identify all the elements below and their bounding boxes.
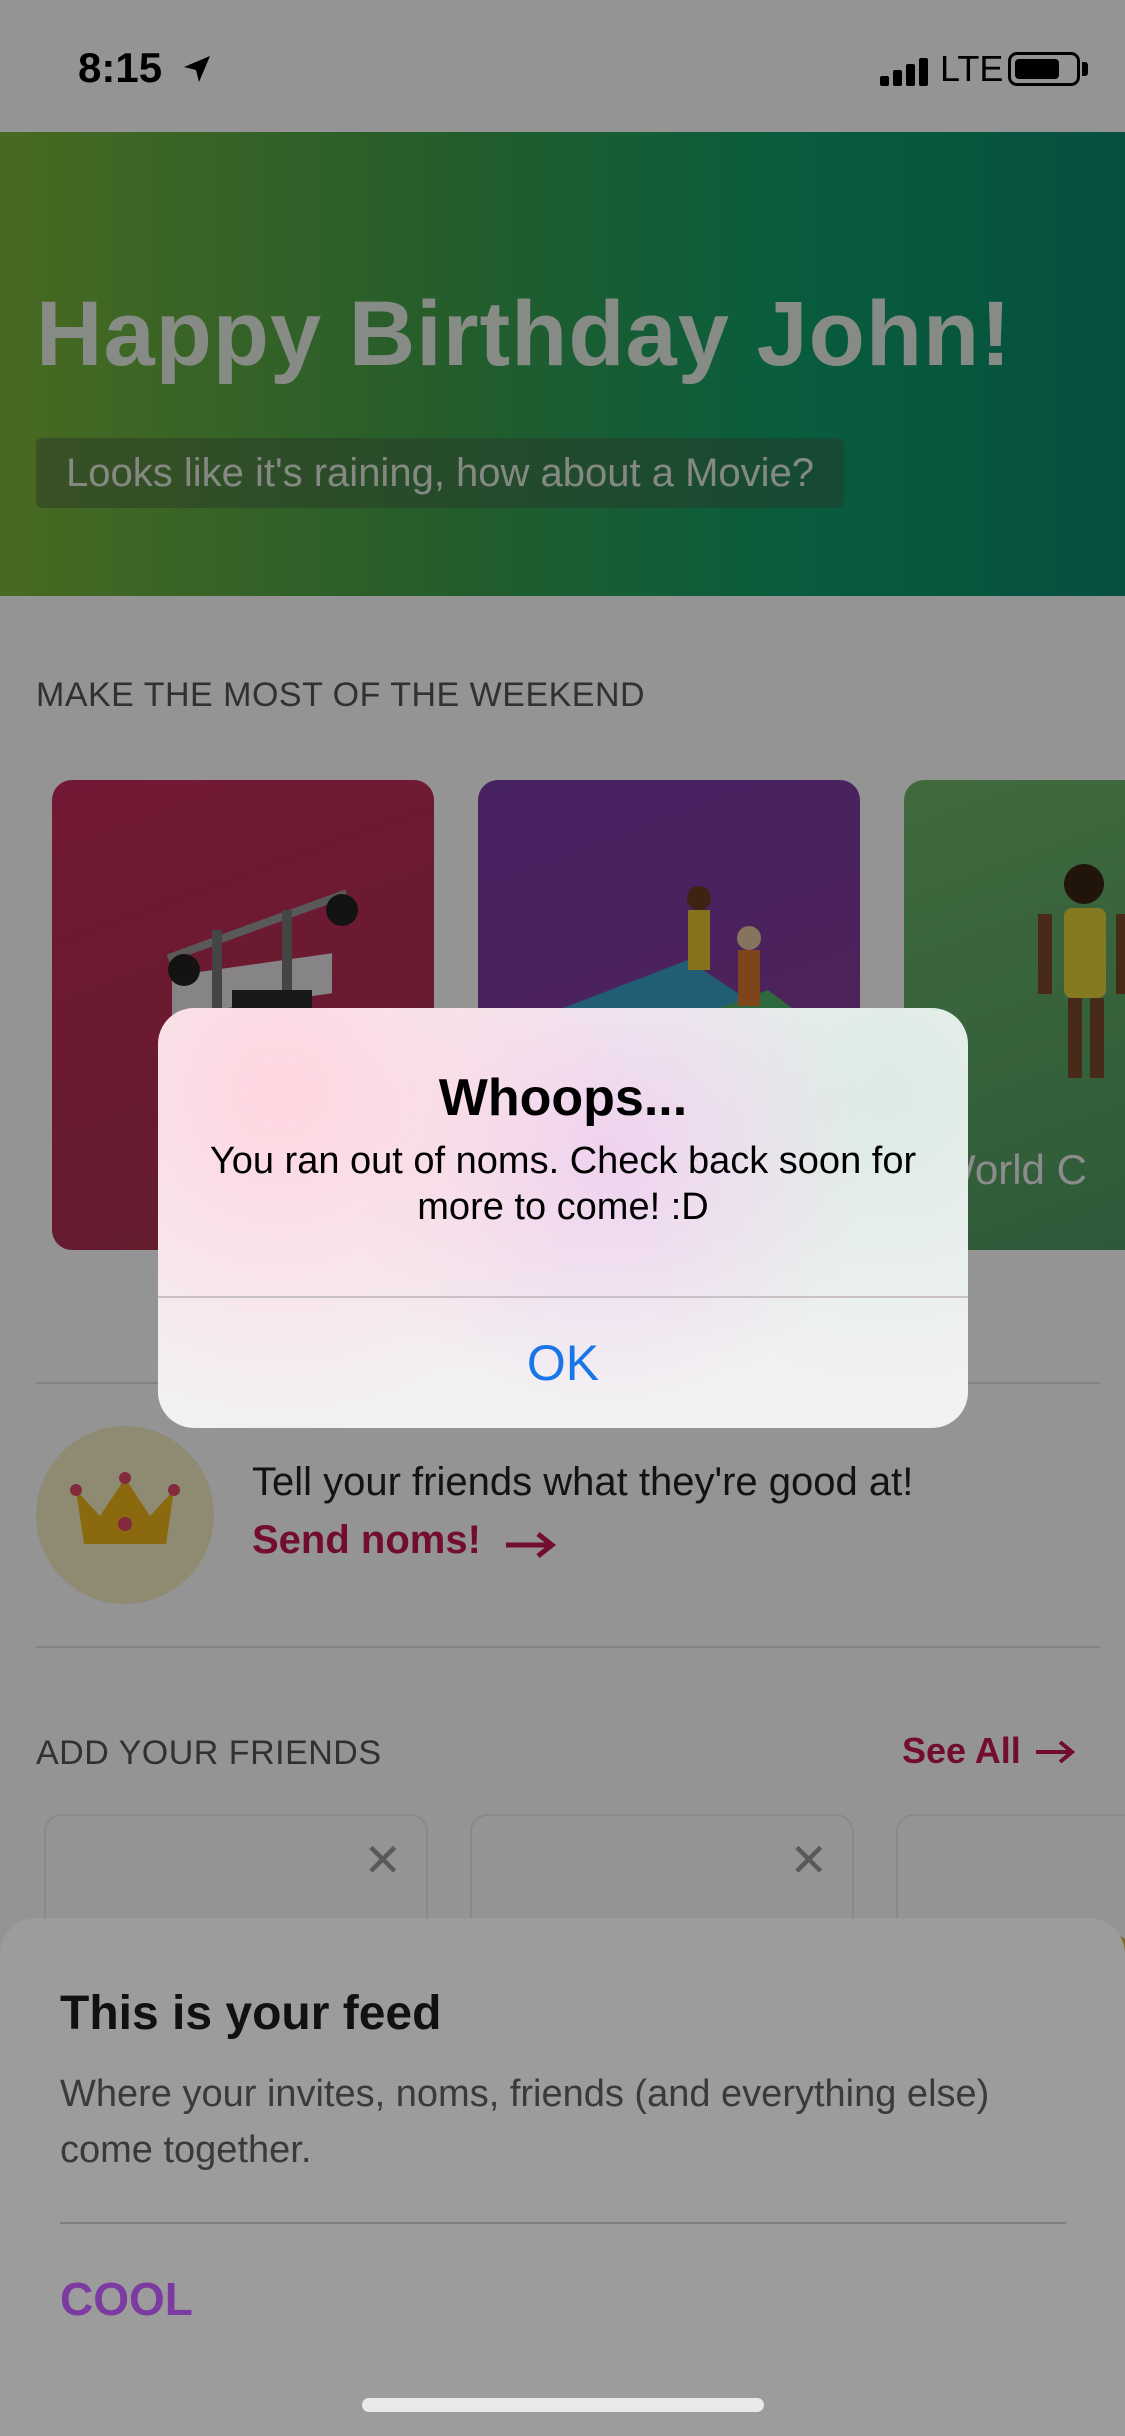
sheet-divider (60, 2222, 1066, 2224)
sheet-body: Where your invites, noms, friends (and e… (60, 2073, 990, 2171)
alert-dialog: Whoops... You ran out of noms. Check bac… (158, 1008, 968, 1428)
alert-message: You ran out of noms. Check back soon for… (209, 1140, 917, 1228)
ok-button[interactable]: OK (158, 1298, 968, 1428)
alert-title: Whoops... (438, 1069, 688, 1127)
sheet-title: This is your feed (60, 1987, 442, 2040)
cool-button[interactable]: COOL (60, 2272, 193, 2326)
feed-intro-sheet: This is your feed Where your invites, no… (0, 1918, 1125, 2436)
home-indicator[interactable] (362, 2398, 764, 2412)
